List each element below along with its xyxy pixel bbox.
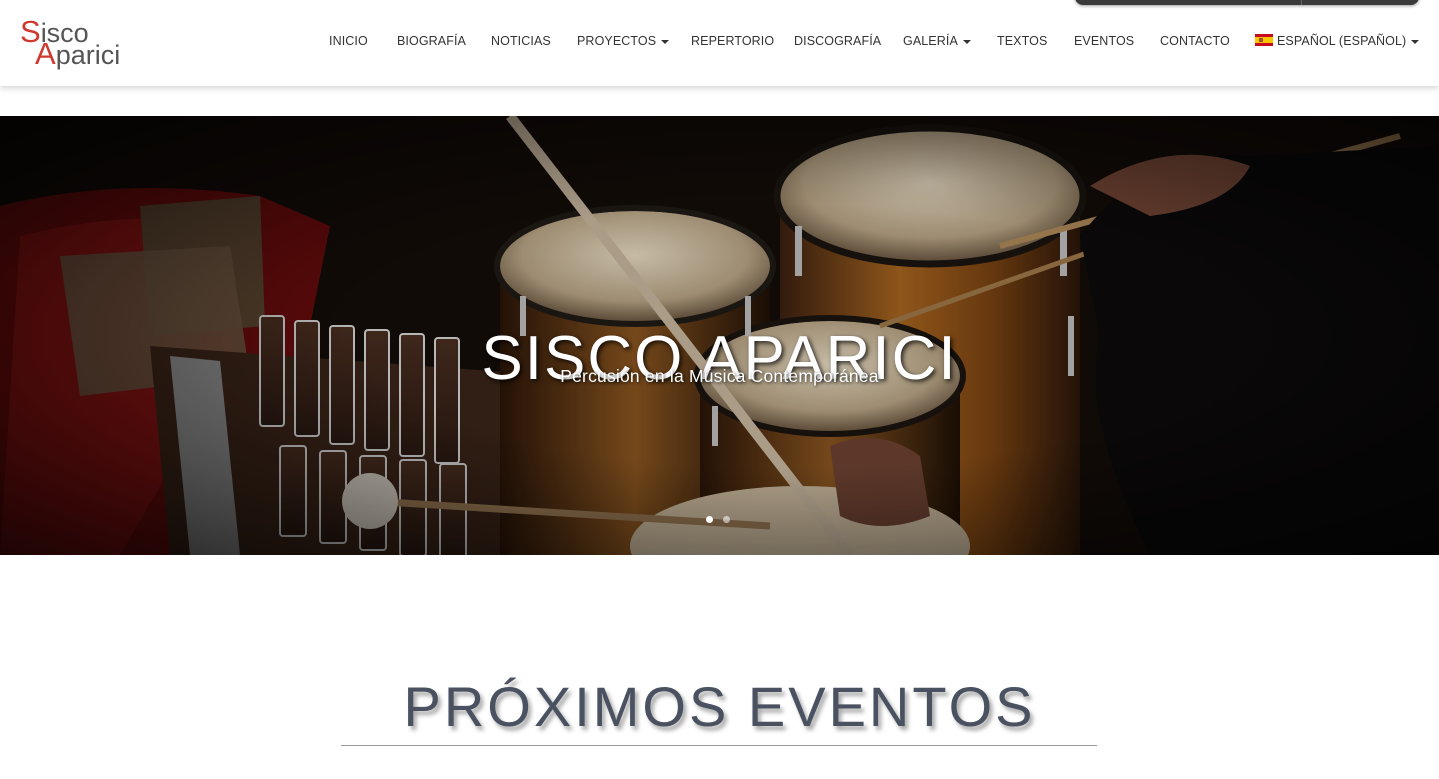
carousel-dot-1[interactable] bbox=[706, 516, 713, 523]
nav-item-discografia[interactable]: DISCOGRAFÍA bbox=[794, 34, 881, 48]
spain-flag-icon bbox=[1255, 34, 1273, 46]
chevron-down-icon bbox=[962, 39, 971, 44]
nav-item-galeria[interactable]: GALERÍA bbox=[903, 34, 971, 48]
nav-item-textos[interactable]: TEXTOS bbox=[997, 34, 1047, 48]
nav-item-biografia[interactable]: BIOGRAFÍA bbox=[397, 34, 466, 48]
nav-item-contacto[interactable]: CONTACTO bbox=[1160, 34, 1230, 48]
section-divider bbox=[341, 745, 1097, 746]
upcoming-events-heading: PRÓXIMOS EVENTOS bbox=[403, 675, 1036, 739]
nav-item-proyectos[interactable]: PROYECTOS bbox=[577, 34, 670, 48]
nav-item-repertorio[interactable]: REPERTORIO bbox=[691, 34, 774, 48]
language-label: ESPAÑOL (ESPAÑOL) bbox=[1277, 34, 1407, 48]
nav-item-inicio[interactable]: INICIO bbox=[329, 34, 368, 48]
chevron-down-icon bbox=[1411, 39, 1420, 44]
carousel-dot-2[interactable] bbox=[723, 516, 730, 523]
site-header: Sisco Aparici INICIO BIOGRAFÍA NOTICIAS … bbox=[0, 0, 1439, 86]
language-selector[interactable]: ESPAÑOL (ESPAÑOL) bbox=[1255, 34, 1420, 48]
nav-item-noticias[interactable]: NOTICIAS bbox=[491, 34, 551, 48]
nav-item-galeria-label: GALERÍA bbox=[903, 34, 958, 48]
nav-item-eventos[interactable]: EVENTOS bbox=[1074, 34, 1134, 48]
hero-subtitle: Percusión en la Música Contemporánea bbox=[560, 366, 879, 386]
chevron-down-icon bbox=[661, 39, 670, 44]
nav-item-proyectos-label: PROYECTOS bbox=[577, 34, 657, 48]
main-nav: INICIO BIOGRAFÍA NOTICIAS PROYECTOS REPE… bbox=[0, 0, 1439, 86]
hero-carousel[interactable]: SISCO APARICI Percusión en la Música Con… bbox=[0, 116, 1439, 555]
